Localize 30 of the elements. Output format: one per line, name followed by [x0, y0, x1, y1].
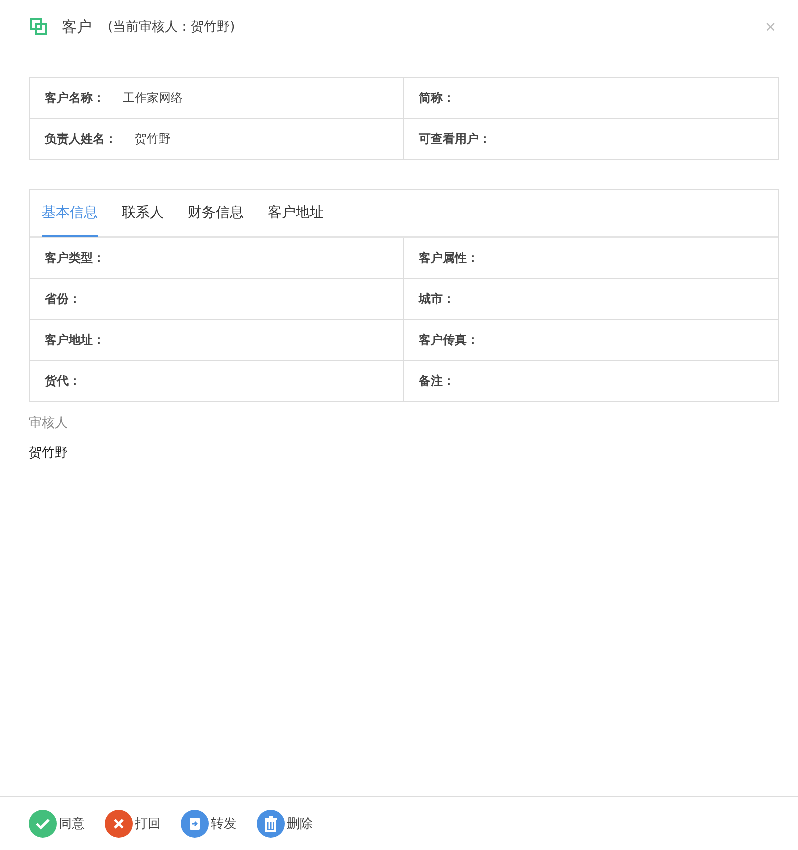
action-button[interactable]: 转发	[181, 810, 237, 838]
field-label: 简称：	[419, 90, 455, 106]
field-label: 客户名称：	[45, 90, 105, 106]
reviewer-name: 贺竹野	[29, 445, 69, 462]
field-label: 客户类型：	[45, 250, 105, 266]
field-value: 贺竹野	[135, 130, 171, 148]
field-label: 客户属性：	[419, 250, 479, 266]
tab[interactable]: 财务信息	[188, 190, 244, 237]
field-label: 省份：	[45, 290, 81, 308]
tab[interactable]: 联系人	[122, 190, 164, 237]
field-label: 备注：	[419, 372, 455, 390]
field-label: 可查看用户：	[419, 130, 491, 148]
check-icon	[29, 810, 57, 838]
copy-icon	[30, 18, 48, 36]
current-reviewer: (当前审核人：贺竹野)	[108, 19, 236, 36]
action-button[interactable]: 同意	[29, 810, 85, 838]
reviewer-label: 审核人	[29, 415, 69, 432]
field-label: 货代：	[45, 372, 81, 390]
field-label: 客户传真：	[419, 332, 479, 348]
action-button[interactable]: 删除	[257, 810, 313, 838]
tab[interactable]: 客户地址	[268, 190, 324, 237]
field-label: 客户地址：	[45, 332, 105, 348]
trash-icon	[257, 810, 285, 838]
action-button[interactable]: 打回	[105, 810, 161, 838]
forward-icon	[181, 810, 209, 838]
field-value: 工作家网络	[123, 90, 183, 106]
dialog-title: 客户	[62, 18, 92, 36]
close-icon	[105, 810, 133, 838]
field-label: 城市：	[419, 290, 455, 308]
field-label: 负责人姓名：	[45, 130, 117, 148]
